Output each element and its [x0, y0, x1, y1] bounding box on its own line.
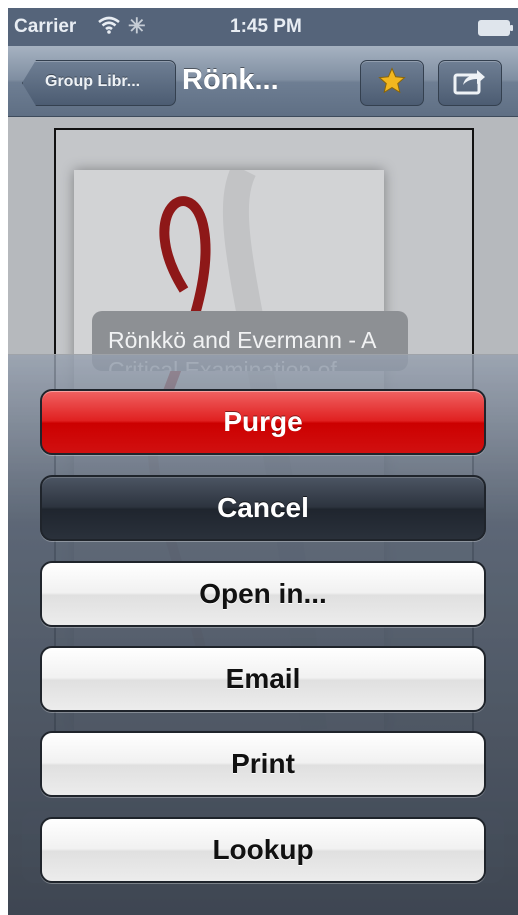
open-in-button[interactable]: Open in...: [40, 561, 486, 627]
cancel-button-label: Cancel: [217, 492, 309, 523]
status-time: 1:45 PM: [230, 16, 302, 37]
action-sheet: Purge Cancel Open in... Email Print Look…: [8, 354, 518, 915]
open-in-button-label: Open in...: [199, 578, 327, 609]
lookup-button-label: Lookup: [212, 834, 314, 865]
page-title: Rönk...: [182, 64, 279, 96]
purge-button-label: Purge: [223, 406, 303, 437]
phone-screen: Carrier ✳ 1:45 PM Group Libr... Rönk...: [8, 8, 518, 915]
cancel-button[interactable]: Cancel: [40, 475, 486, 541]
lookup-button[interactable]: Lookup: [40, 817, 486, 883]
wifi-icon: [98, 16, 120, 39]
share-icon: [453, 67, 487, 100]
activity-spinner-icon: ✳: [128, 15, 146, 38]
email-button[interactable]: Email: [40, 646, 486, 712]
purge-button[interactable]: Purge: [40, 389, 486, 455]
print-button[interactable]: Print: [40, 731, 486, 797]
carrier-label: Carrier: [14, 16, 77, 37]
favorite-button[interactable]: [360, 60, 424, 106]
email-button-label: Email: [225, 663, 301, 694]
back-button[interactable]: Group Libr...: [22, 60, 176, 106]
share-button[interactable]: [438, 60, 502, 106]
battery-icon: [478, 20, 513, 36]
status-bar: Carrier ✳ 1:45 PM: [8, 8, 518, 46]
back-button-label: Group Libr...: [45, 73, 141, 90]
print-button-label: Print: [231, 748, 295, 779]
star-icon: [377, 66, 407, 101]
navigation-bar: Group Libr... Rönk...: [8, 46, 518, 117]
